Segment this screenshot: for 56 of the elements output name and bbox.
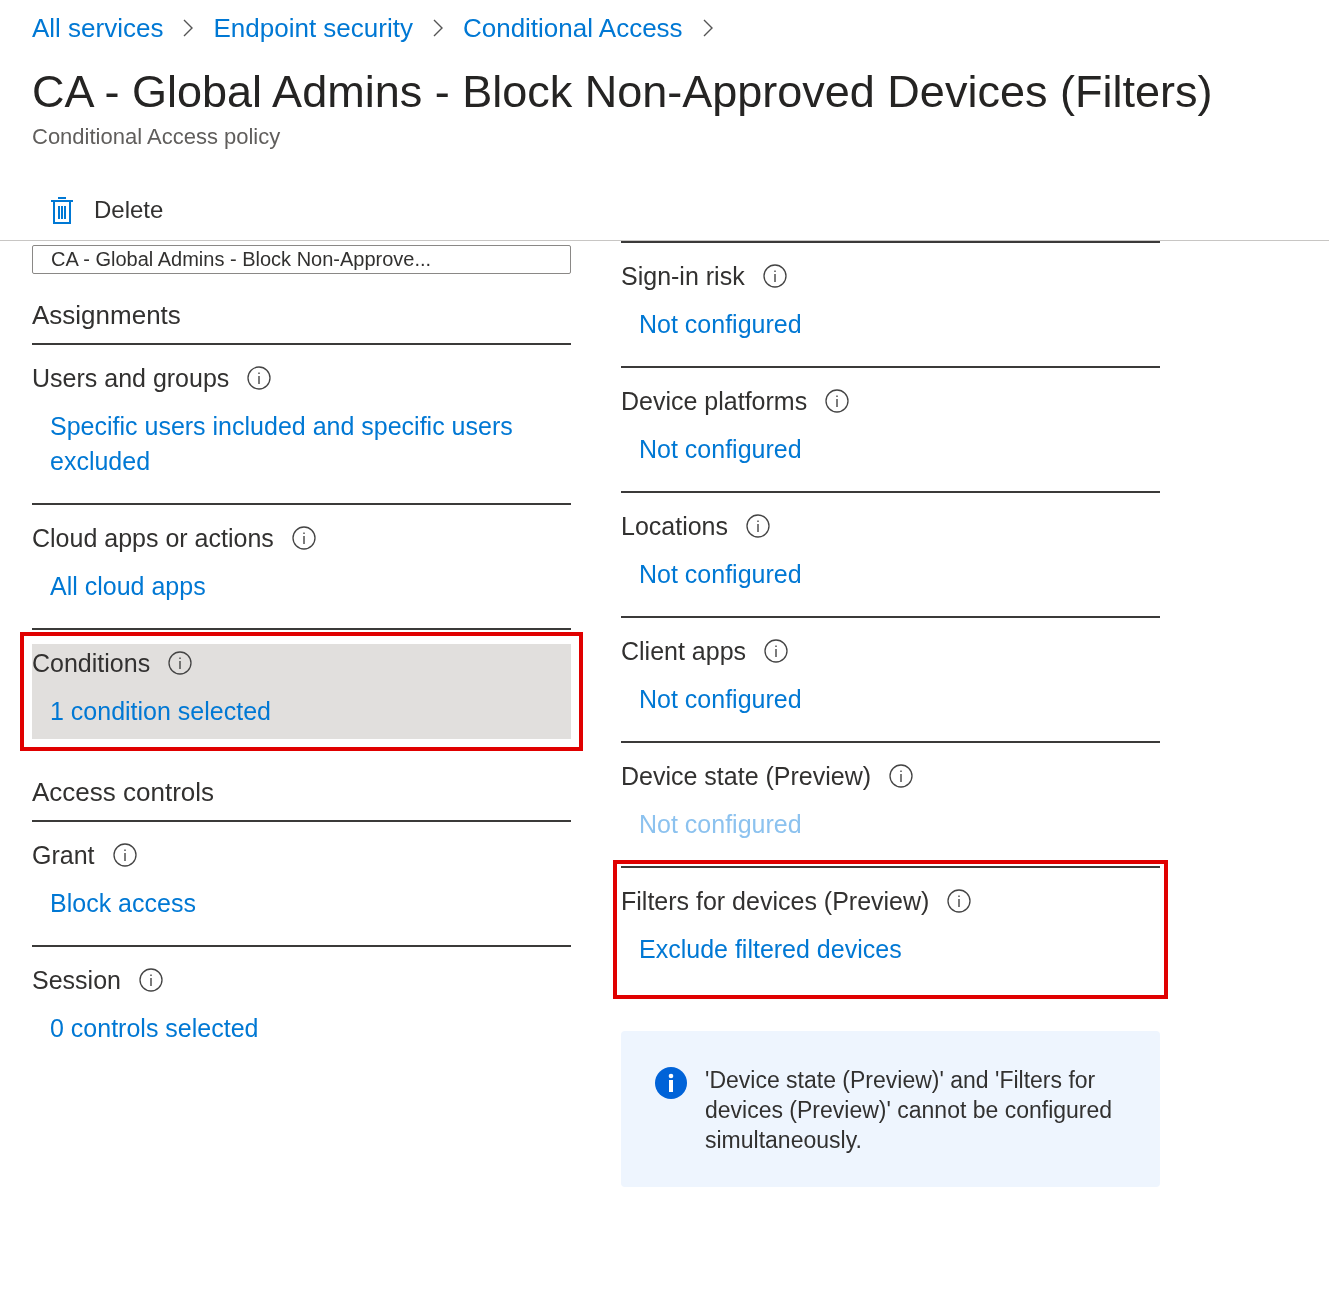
chevron-icon [702,19,713,37]
delete-button[interactable]: Delete [50,195,164,225]
setting-label: Device platforms [621,386,808,416]
policy-row[interactable]: Grant Block access [32,822,571,945]
condition-row[interactable]: Sign-in risk Not configured [621,243,1160,366]
section-heading: Access controls [32,751,571,822]
info-icon[interactable] [247,366,272,390]
setting-label: Sign-in risk [621,261,745,291]
page-title: CA - Global Admins - Block Non-Approved Devices (Filters) [32,65,1214,119]
info-icon[interactable] [291,526,316,550]
setting-link[interactable]: Not configured [639,307,1160,342]
condition-row[interactable]: Locations Not configured [621,493,1160,616]
info-icon [655,1067,687,1099]
condition-row[interactable]: Client apps Not configured [621,618,1160,741]
page-subtitle: Conditional Access policy [32,124,282,150]
setting-label: Locations [621,511,729,541]
setting-link[interactable]: Not configured [639,557,1160,592]
setting-link[interactable]: Specific users included and specific users excluded [50,409,571,479]
policy-row[interactable]: Users and groups Specific users included and specific users excluded [32,345,571,503]
policy-row[interactable]: Cloud apps or actions All cloud apps [32,505,571,628]
info-icon[interactable] [168,651,193,675]
info-icon[interactable] [764,639,789,663]
breadcrumb-link[interactable]: Conditional Access [462,12,683,44]
policy-name-field[interactable]: CA - Global Admins - Block Non-Approve... [32,245,571,274]
policy-row[interactable]: Conditions 1 condition selected [32,644,571,739]
condition-row[interactable]: Filters for devices (Preview) Exclude filtered devices [621,868,1160,991]
setting-link[interactable]: Not configured [639,432,1160,467]
info-icon[interactable] [825,389,850,413]
section-heading: Assignments [32,274,571,345]
setting-label: Client apps [621,636,747,666]
breadcrumb-link[interactable]: Endpoint security [213,12,413,44]
info-icon[interactable] [112,843,137,867]
setting-link[interactable]: Exclude filtered devices [639,932,1160,967]
setting-link[interactable]: 1 condition selected [50,694,571,729]
policy-row[interactable]: Session 0 controls selected [32,947,571,1070]
chevron-icon [183,19,194,37]
chevron-icon [432,19,443,37]
setting-label: Cloud apps or actions [32,523,274,553]
setting-link[interactable]: Block access [50,886,571,921]
setting-label: Device state (Preview) [621,761,872,791]
setting-link[interactable]: All cloud apps [50,569,571,604]
setting-label: Conditions [32,648,151,678]
setting-link[interactable]: Not configured [639,682,1160,717]
setting-label: Filters for devices (Preview) [621,886,930,916]
setting-label: Grant [32,840,95,870]
setting-label: Users and groups [32,363,230,393]
info-icon[interactable] [138,968,163,992]
info-icon[interactable] [762,264,787,288]
setting-link[interactable]: 0 controls selected [50,1011,571,1046]
info-icon[interactable] [947,889,972,913]
condition-row[interactable]: Device platforms Not configured [621,368,1160,491]
breadcrumb-link[interactable]: All services [32,12,164,44]
info-icon[interactable] [746,514,771,538]
setting-label: Session [32,965,121,995]
trash-icon [50,195,74,225]
info-text: 'Device state (Preview)' and 'Filters for devices (Preview)' cannot be configured simultaneously. [705,1066,1114,1155]
